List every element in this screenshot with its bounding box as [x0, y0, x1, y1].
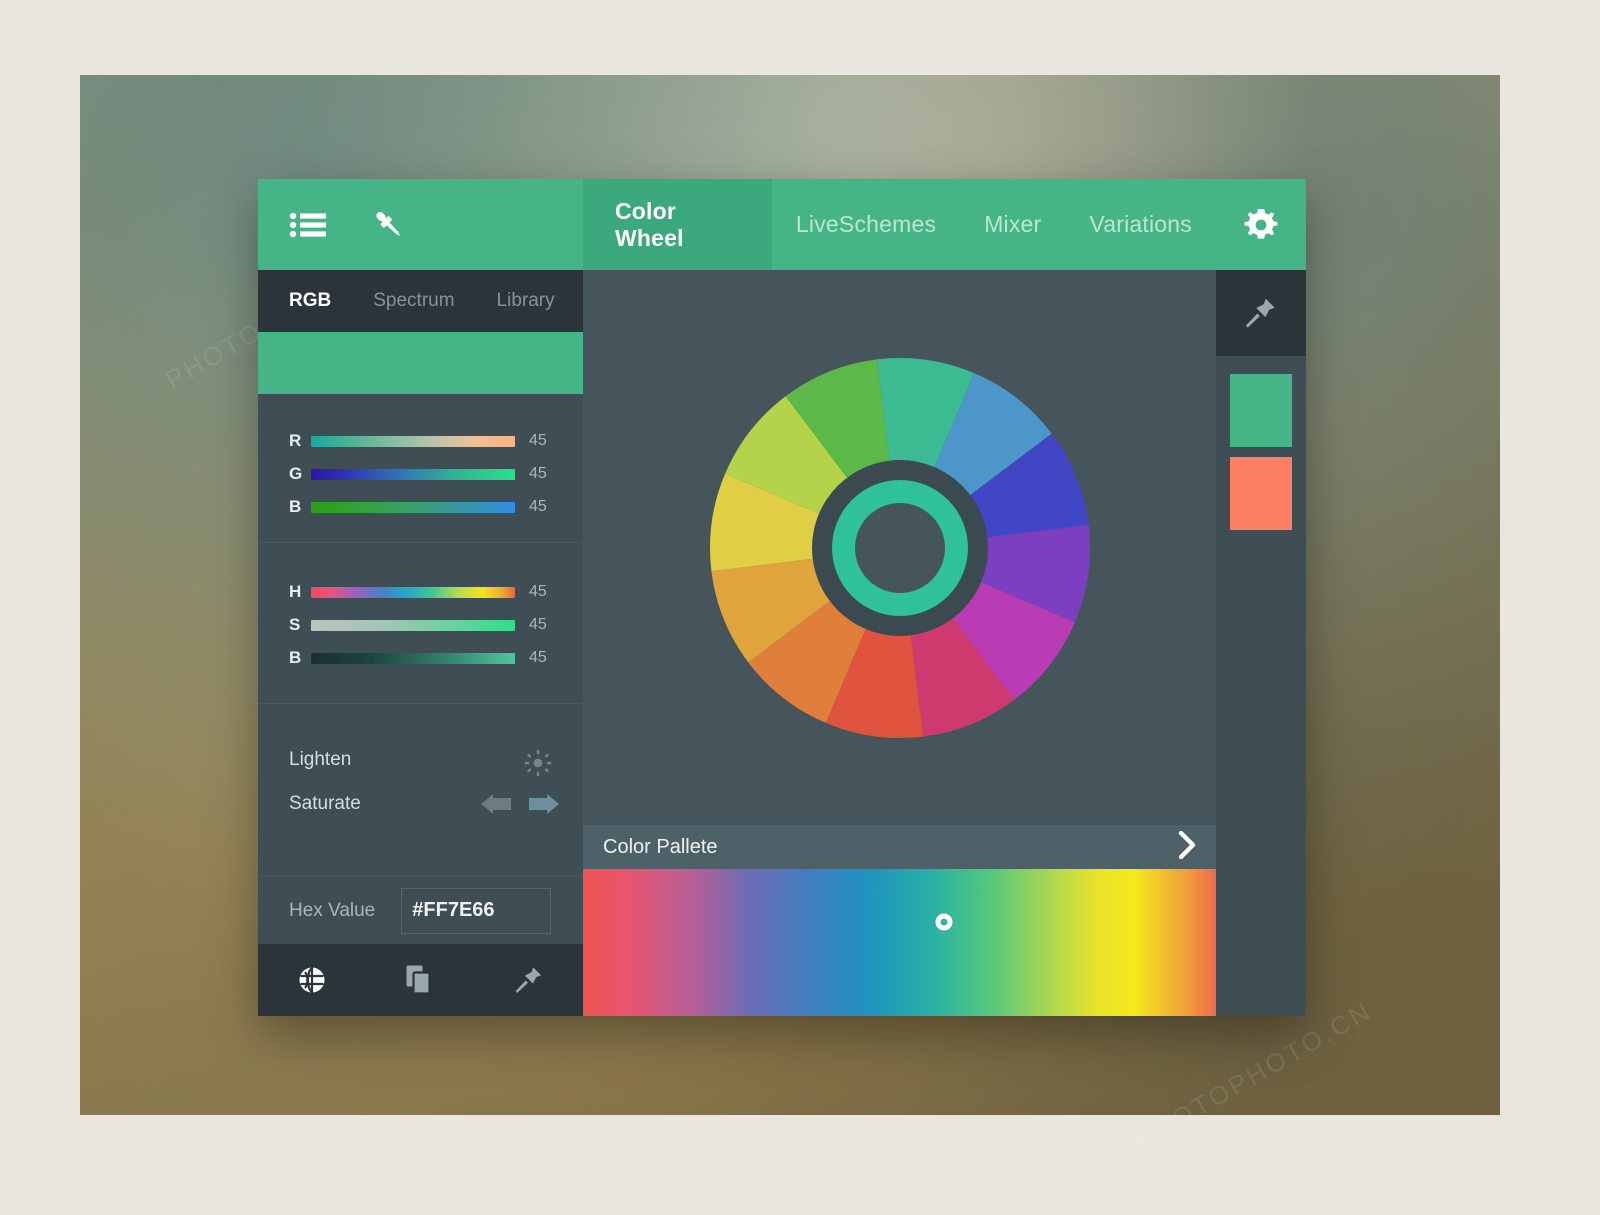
tab-label: Variations	[1089, 211, 1192, 237]
slider-label-b2: B	[289, 648, 302, 667]
subtab-label: Library	[496, 290, 555, 311]
top-bar-left-tools	[258, 179, 583, 270]
tab-label: LiveSchemes	[795, 211, 937, 237]
slider-value-h: 45	[529, 583, 547, 600]
center-panel: Color Pallete	[583, 270, 1216, 1016]
eyedropper-icon[interactable]	[371, 207, 407, 243]
color-pallete-label: Color Pallete	[603, 835, 718, 858]
color-wheel-area	[583, 270, 1216, 825]
slider-row-r: R 45	[258, 430, 583, 452]
slider-track-b[interactable]	[311, 501, 515, 513]
tab-mixer[interactable]: Mixer	[960, 179, 1065, 270]
slider-label-r: R	[289, 431, 302, 450]
slider-label-s: S	[289, 615, 301, 634]
left-panel-bottom-bar	[258, 944, 583, 1016]
wheel-hub	[854, 502, 945, 593]
hex-value-group: Hex Value	[258, 877, 583, 944]
slider-row-b: B 45	[258, 496, 583, 518]
tab-color-wheel[interactable]: Color Wheel	[583, 179, 772, 270]
pin-panel-button[interactable]	[1216, 270, 1306, 356]
top-bar-right-tools	[1216, 179, 1306, 270]
tab-variations[interactable]: Variations	[1065, 179, 1216, 270]
color-wheel[interactable]	[690, 338, 1110, 758]
list-menu-icon[interactable]	[289, 211, 327, 239]
right-rail	[1216, 270, 1306, 1016]
slider-track-s[interactable]	[311, 619, 515, 631]
copy-icon[interactable]	[366, 965, 474, 995]
tab-label: Mixer	[984, 211, 1042, 237]
rail-swatch-green[interactable]	[1230, 374, 1292, 447]
subtab-label: Spectrum	[373, 290, 455, 311]
adjust-saturate[interactable]: Saturate	[289, 792, 583, 816]
hex-value-label: Hex Value	[289, 899, 376, 921]
current-color-swatch[interactable]	[258, 332, 583, 394]
subtab-spectrum[interactable]: Spectrum	[373, 290, 454, 312]
adjust-label: Lighten	[289, 749, 352, 770]
pin-icon[interactable]	[475, 965, 583, 995]
arrows-icon[interactable]	[479, 793, 561, 815]
spectrum-strip-handle[interactable]	[935, 913, 953, 931]
hex-value-input[interactable]	[401, 887, 552, 934]
slider-track-h[interactable]	[311, 586, 515, 598]
slider-row-b2: B 45	[258, 647, 583, 669]
top-bar: Color Wheel LiveSchemes Mixer Variations	[258, 179, 1306, 270]
globe-icon[interactable]	[258, 966, 366, 994]
subtab-label: RGB	[289, 290, 332, 311]
subtab-library[interactable]: Library	[497, 290, 555, 312]
slider-value-b2: 45	[529, 649, 547, 666]
slider-label-h: H	[289, 582, 302, 601]
adjust-label: Saturate	[289, 793, 361, 814]
slider-value-r: 45	[529, 432, 547, 449]
gear-icon[interactable]	[1241, 205, 1281, 245]
slider-value-g: 45	[529, 465, 547, 482]
spectrum-strip[interactable]	[583, 869, 1216, 1016]
application-window: Color Wheel LiveSchemes Mixer Variations	[258, 179, 1306, 1016]
sun-icon[interactable]	[523, 748, 553, 778]
slider-row-g: G 45	[258, 463, 583, 485]
main-tabs: Color Wheel LiveSchemes Mixer Variations	[583, 179, 1216, 270]
rail-swatch-coral[interactable]	[1230, 457, 1292, 530]
slider-label-b: B	[289, 497, 302, 516]
adjust-lighten[interactable]: Lighten	[289, 748, 583, 777]
tab-liveschemes[interactable]: LiveSchemes	[772, 179, 960, 270]
slider-row-s: S 45	[258, 614, 583, 636]
tab-label: Color Wheel	[615, 197, 684, 251]
subtab-rgb[interactable]: RGB	[289, 290, 331, 312]
slider-track-r[interactable]	[311, 435, 515, 447]
color-pallete-bar[interactable]: Color Pallete	[583, 825, 1216, 869]
window-body: RGB Spectrum Library R 45 G 45 B 45 H 45…	[258, 270, 1306, 1016]
slider-value-b: 45	[529, 498, 547, 515]
chevron-right-icon[interactable]	[1178, 830, 1196, 864]
left-panel-subtabs: RGB Spectrum Library	[258, 270, 583, 332]
slider-label-g: G	[289, 464, 303, 483]
desktop-background: PHOTOPHOTO.CN PHOTOPHOTO.CN PHOTOPHOTO.C…	[0, 0, 1600, 1215]
pin-icon	[1245, 298, 1275, 328]
slider-row-h: H 45	[258, 581, 583, 603]
slider-track-b2[interactable]	[311, 652, 515, 664]
rgb-slider-group: R 45 G 45 B 45	[258, 394, 583, 543]
slider-track-g[interactable]	[311, 468, 515, 480]
slider-value-s: 45	[529, 616, 547, 633]
left-panel: RGB Spectrum Library R 45 G 45 B 45 H 45…	[258, 270, 583, 1016]
adjust-group: Lighten Saturate	[258, 704, 583, 877]
hsb-slider-group: H 45 S 45 B 45	[258, 543, 583, 704]
rail-swatch-list	[1216, 356, 1306, 540]
